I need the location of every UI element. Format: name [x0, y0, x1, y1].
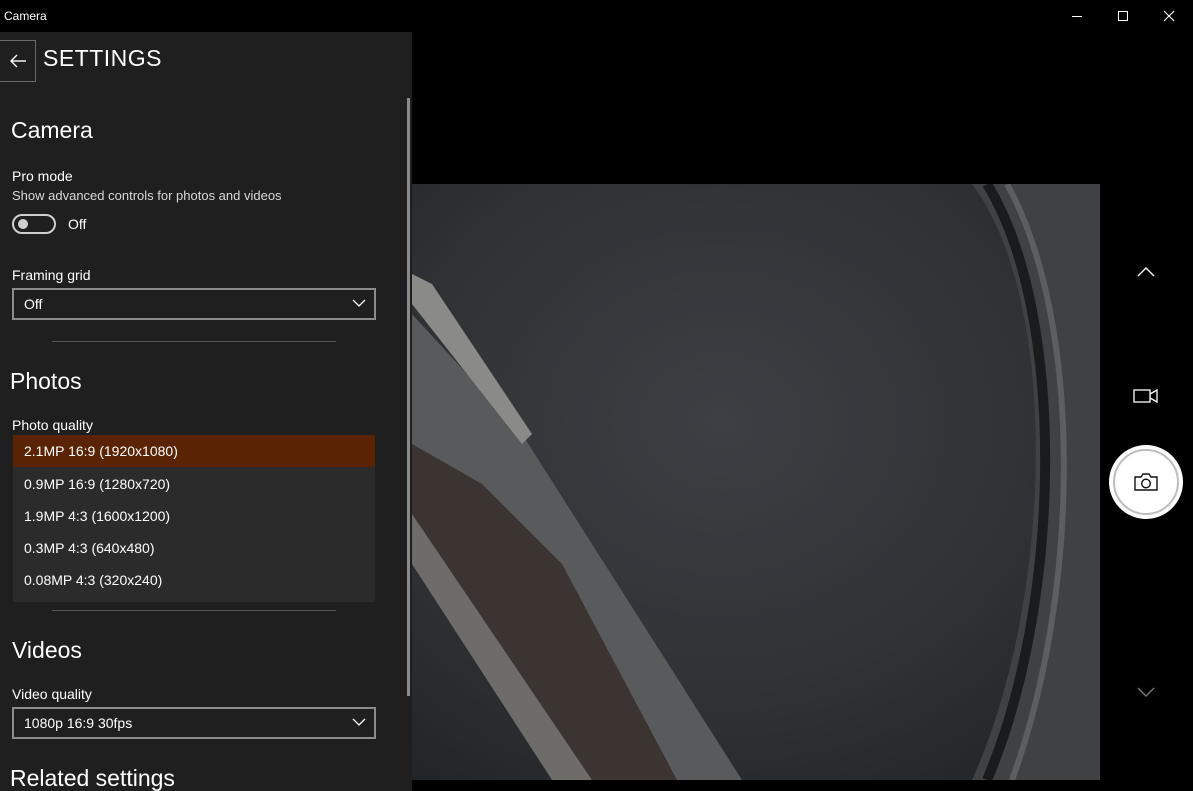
settings-scrollbar[interactable] — [407, 98, 410, 696]
photo-quality-dropdown: 2.1MP 16:9 (1920x1080) 0.9MP 16:9 (1280x… — [13, 435, 375, 602]
option-label: 0.9MP 16:9 (1280x720) — [24, 476, 171, 492]
framing-grid-label: Framing grid — [12, 267, 91, 283]
option-label: 0.08MP 4:3 (320x240) — [24, 572, 163, 588]
minimize-icon — [1072, 16, 1082, 17]
pro-mode-description: Show advanced controls for photos and vi… — [12, 188, 282, 203]
photo-quality-option[interactable]: 1.9MP 4:3 (1600x1200) — [13, 500, 375, 532]
photo-quality-option[interactable]: 0.9MP 16:9 (1280x720) — [13, 468, 375, 500]
section-divider — [52, 610, 336, 611]
chevron-down-icon — [1137, 687, 1155, 697]
pro-mode-toggle[interactable] — [12, 214, 56, 234]
pro-mode-label: Pro mode — [12, 168, 73, 184]
title-bar: Camera — [0, 0, 1193, 32]
option-label: 1.9MP 4:3 (1600x1200) — [24, 508, 171, 524]
take-photo-button[interactable] — [1109, 445, 1183, 519]
maximize-button[interactable] — [1100, 0, 1146, 32]
chevron-down-icon — [352, 718, 366, 726]
videos-section-heading: Videos — [12, 637, 82, 663]
related-settings-heading: Related settings — [10, 765, 175, 791]
back-button[interactable] — [0, 40, 36, 82]
option-label: 0.3MP 4:3 (640x480) — [24, 540, 155, 556]
video-quality-label: Video quality — [12, 686, 92, 702]
camera-icon — [1134, 473, 1158, 491]
settings-title: SETTINGS — [43, 45, 163, 71]
chevron-down-icon — [352, 299, 366, 307]
chevron-up-icon — [1137, 267, 1155, 277]
video-mode-button[interactable] — [1128, 382, 1164, 410]
app-title: Camera — [4, 9, 47, 23]
video-camera-icon — [1133, 388, 1158, 404]
close-icon — [1163, 10, 1175, 22]
photo-quality-option[interactable]: 0.3MP 4:3 (640x480) — [13, 532, 375, 564]
framing-grid-select[interactable]: Off — [12, 288, 376, 320]
photo-quality-label: Photo quality — [12, 417, 93, 433]
photo-quality-option[interactable]: 0.08MP 4:3 (320x240) — [13, 564, 375, 596]
shutter-ring — [1113, 449, 1179, 515]
settings-panel: SETTINGS Camera Pro mode Show advanced c… — [0, 32, 412, 791]
option-label: 2.1MP 16:9 (1920x1080) — [24, 443, 178, 459]
close-button[interactable] — [1146, 0, 1192, 32]
toggle-knob — [18, 219, 28, 229]
arrow-left-icon — [9, 54, 26, 68]
camera-preview-image — [412, 184, 1100, 780]
scroll-up-button[interactable] — [1130, 258, 1162, 286]
pro-mode-state: Off — [68, 216, 87, 232]
photos-section-heading: Photos — [10, 368, 82, 394]
photo-quality-option[interactable]: 2.1MP 16:9 (1920x1080) — [13, 435, 375, 467]
maximize-icon — [1118, 11, 1128, 21]
camera-section-heading: Camera — [11, 117, 93, 143]
scroll-down-button[interactable] — [1130, 678, 1162, 706]
minimize-button[interactable] — [1054, 0, 1100, 32]
video-quality-value: 1080p 16:9 30fps — [24, 715, 133, 731]
framing-grid-value: Off — [24, 296, 43, 312]
camera-preview[interactable] — [412, 184, 1100, 780]
video-quality-select[interactable]: 1080p 16:9 30fps — [12, 707, 376, 739]
section-divider — [52, 341, 336, 342]
